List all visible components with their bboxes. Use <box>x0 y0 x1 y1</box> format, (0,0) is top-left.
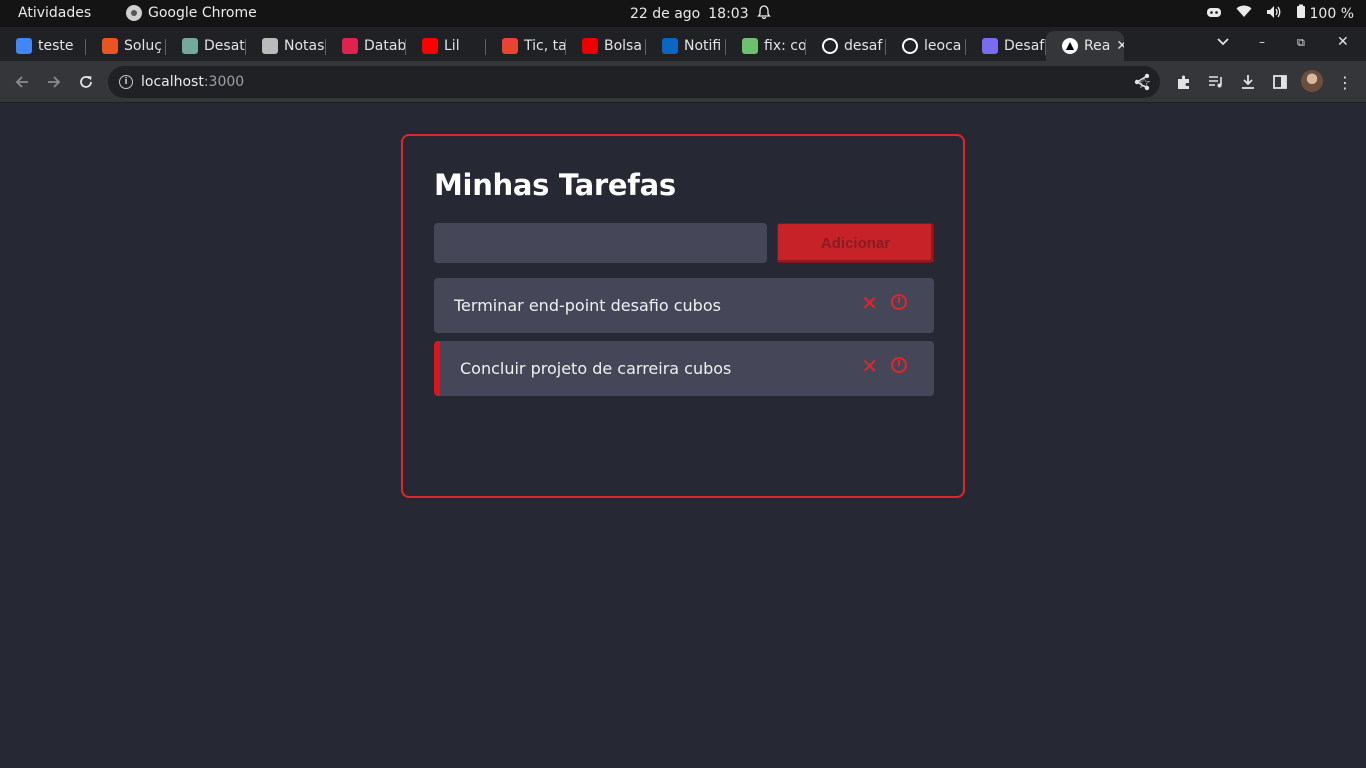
google-icon <box>16 38 32 54</box>
minimize-icon[interactable]: – <box>1259 35 1265 49</box>
browser-tab-label: Bolsa <box>604 38 642 54</box>
github-icon <box>822 38 838 54</box>
forward-arrow-icon[interactable] <box>42 70 66 94</box>
browser-tab[interactable]: Tic, ta <box>486 31 566 61</box>
clock-date: 22 de ago <box>630 6 701 22</box>
discord-icon[interactable] <box>1206 6 1222 22</box>
browser-toolbar: i localhost:3000 ☆ ⋮ <box>0 61 1366 103</box>
browser-tab[interactable]: Desaf <box>966 31 1046 61</box>
browser-tab-label: fix: co <box>764 38 806 54</box>
browser-tab[interactable]: Datab <box>326 31 406 61</box>
ubuntu-icon <box>102 38 118 54</box>
complete-task-icon[interactable] <box>891 294 907 310</box>
github-icon <box>902 38 918 54</box>
browser-tab-label: teste <box>38 38 74 54</box>
chatgpt-icon <box>182 38 198 54</box>
browser-tab[interactable]: leoca <box>886 31 966 61</box>
app-menu-label: Google Chrome <box>148 5 257 21</box>
browser-tab-label: Rea <box>1084 38 1111 54</box>
add-task-button[interactable]: Adicionar <box>777 223 934 263</box>
profile-avatar[interactable] <box>1301 70 1323 92</box>
tab-search-icon[interactable] <box>1216 35 1230 51</box>
complete-task-icon[interactable] <box>891 357 907 373</box>
new-task-input[interactable] <box>434 223 767 263</box>
battery-level: 100 % <box>1309 5 1354 22</box>
extensions-icon[interactable] <box>1172 70 1196 94</box>
browser-tab-label: Notifi <box>684 38 722 54</box>
browser-tab[interactable]: Notas <box>246 31 326 61</box>
nest-icon <box>342 38 358 54</box>
todo-card: Minhas Tarefas Adicionar Terminar end-po… <box>401 134 965 498</box>
delete-task-icon[interactable]: ✕ <box>861 292 878 314</box>
browser-tab[interactable]: desaf <box>806 31 886 61</box>
browser-tab[interactable]: Desat <box>166 31 246 61</box>
next-icon <box>1062 38 1078 54</box>
git-icon <box>742 38 758 54</box>
delete-task-icon[interactable]: ✕ <box>861 355 878 377</box>
apple-icon <box>262 38 278 54</box>
chrome-icon <box>126 5 142 21</box>
browser-tab-label: leoca <box>924 38 962 54</box>
battery-icon[interactable] <box>1296 4 1306 23</box>
clock-time: 18:03 <box>708 6 749 22</box>
tab-strip: teste Soluç Desat Notas Datab Lil Tic, ta Bolsa… <box>0 27 1366 78</box>
address-bar[interactable]: i localhost:3000 <box>108 66 1160 98</box>
chrome-menu-icon[interactable]: ⋮ <box>1333 70 1357 94</box>
bookmark-star-icon[interactable]: ☆ <box>1132 70 1156 94</box>
linkedin-icon <box>662 38 678 54</box>
browser-tab-label: Notas <box>284 38 325 54</box>
gmail-icon <box>502 38 518 54</box>
browser-tab[interactable]: Notifi <box>646 31 726 61</box>
browser-tab[interactable]: Rea ✕ <box>1046 31 1124 61</box>
task-item[interactable]: Terminar end-point desafio cubos ✕ <box>434 278 934 333</box>
system-top-bar: Atividades Google Chrome 22 de ago 18:03… <box>0 0 1366 27</box>
browser-tab-label: Desat <box>204 38 245 54</box>
url-host: localhost <box>141 74 204 90</box>
system-tray[interactable]: 100 % <box>1206 4 1354 23</box>
activities-button[interactable]: Atividades <box>18 5 91 21</box>
browser-tab[interactable]: teste <box>0 31 86 61</box>
browser-tab-label: Soluç <box>124 38 162 54</box>
browser-tab[interactable]: Bolsa <box>566 31 646 61</box>
close-tab-icon[interactable]: ✕ <box>1116 38 1124 54</box>
app-menu[interactable]: Google Chrome <box>126 5 257 21</box>
youtube-icon <box>422 38 438 54</box>
clock[interactable]: 22 de ago 18:03 <box>630 5 771 23</box>
task-text: Terminar end-point desafio cubos <box>454 296 721 315</box>
list-icon <box>982 38 998 54</box>
alarm-bell-icon <box>756 5 771 23</box>
restore-icon[interactable]: ⧉ <box>1297 36 1305 50</box>
download-icon[interactable] <box>1236 70 1260 94</box>
close-window-icon[interactable]: ✕ <box>1337 34 1349 50</box>
page-title: Minhas Tarefas <box>434 168 676 202</box>
wifi-icon[interactable] <box>1236 5 1252 22</box>
browser-tab[interactable]: fix: co <box>726 31 806 61</box>
reload-icon[interactable] <box>74 70 98 94</box>
task-text: Concluir projeto de carreira cubos <box>460 359 732 378</box>
side-panel-icon[interactable] <box>1268 70 1292 94</box>
volume-icon[interactable] <box>1266 5 1282 23</box>
browser-tab-label: Desaf <box>1004 38 1045 54</box>
santander-icon <box>582 38 598 54</box>
media-playlist-icon[interactable] <box>1204 70 1228 94</box>
site-info-icon[interactable]: i <box>119 75 133 89</box>
url-port: :3000 <box>203 74 245 90</box>
back-arrow-icon[interactable] <box>10 70 34 94</box>
browser-tab-label: desaf <box>844 38 883 54</box>
browser-tab-label: Datab <box>364 38 406 54</box>
browser-tab[interactable]: Soluç <box>86 31 166 61</box>
browser-tab[interactable]: Lil <box>406 31 486 61</box>
browser-tab-label: Lil <box>444 38 460 54</box>
task-item[interactable]: Concluir projeto de carreira cubos ✕ <box>434 341 934 396</box>
browser-tab-label: Tic, ta <box>524 38 566 54</box>
